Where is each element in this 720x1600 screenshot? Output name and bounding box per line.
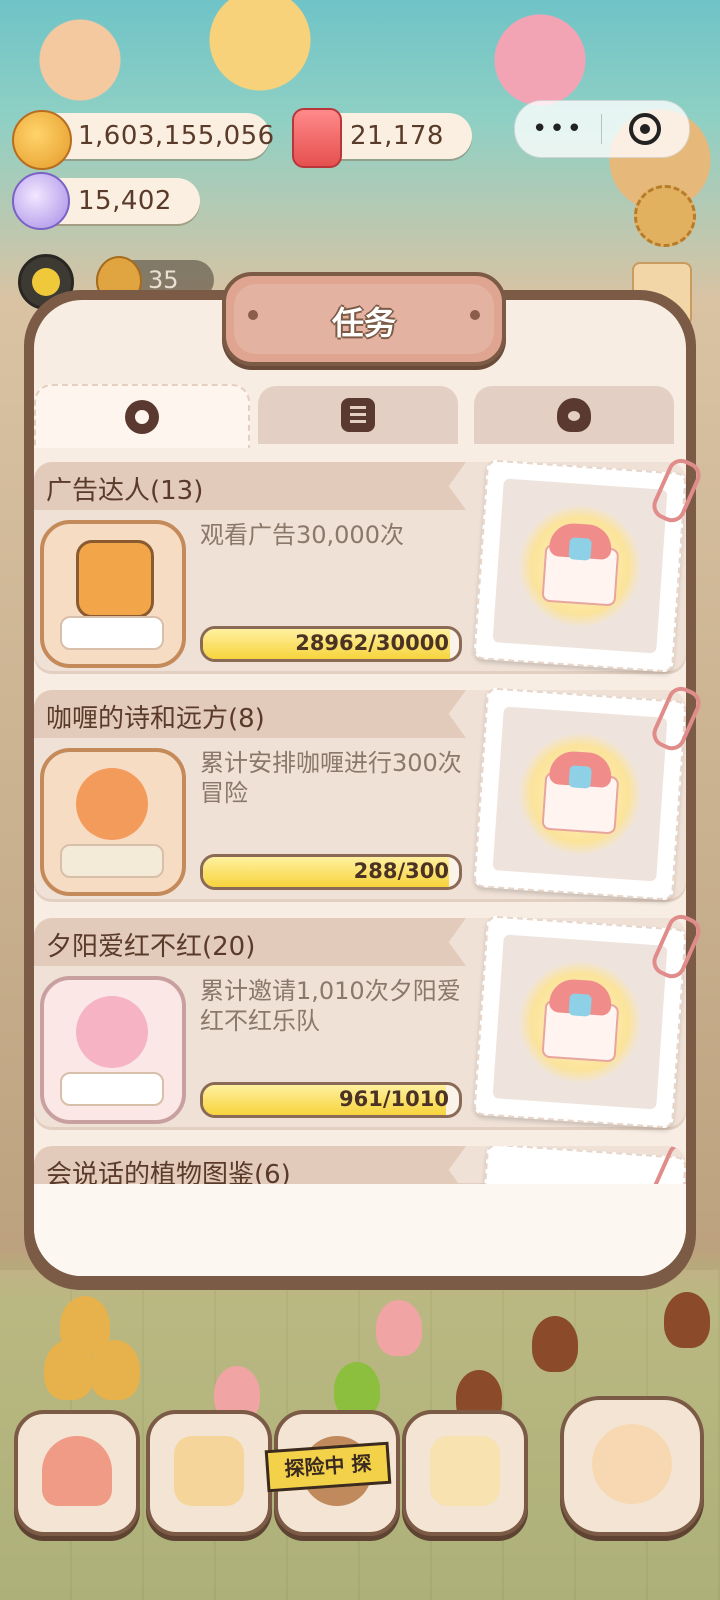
explore-status-tag: 探险中 探 [264,1441,392,1493]
task-desc: 累计安排咖喱进行300次冒险 [200,749,462,807]
task-badge [40,976,186,1124]
list-fade [34,1184,686,1202]
panel-title-plate: 任务 [222,272,506,366]
task-name: 会说话的植物图鉴(6) [46,1160,291,1186]
badge-plate [60,844,164,878]
note-icon [341,398,375,432]
task-card: 夕阳爱红不红(20) 累计邀请1,010次夕阳爱红不红乐队 961/1010 [34,910,706,1130]
reward-inner [492,478,668,654]
task-desc: 观看广告30,000次 [200,521,404,549]
tv-icon [76,540,154,618]
tab-bottle[interactable] [474,386,674,444]
close-target-icon[interactable] [602,113,688,145]
gear-icon[interactable] [634,185,696,247]
task-card: 咖喱的诗和远方(8) 累计安排咖喱进行300次冒险 288/300 [34,682,706,902]
shop-button[interactable] [402,1410,528,1536]
reward-card[interactable] [473,1146,686,1186]
reward-inner [492,934,668,1110]
gem-amount: 15,402 [78,186,172,216]
task-name: 广告达人(13) [46,476,204,506]
gift-box-icon [541,749,620,835]
panel-title: 任务 [331,304,396,342]
task-name: 夕阳爱红不红(20) [46,932,256,962]
task-progress-bar: 961/1010 [200,1082,462,1118]
progress-text: 28962/30000 [295,631,449,655]
cookie-character [90,1340,140,1400]
miniprogram-capsule: ••• [514,100,690,158]
task-progress-bar: 28962/30000 [200,626,462,662]
paperclip-icon [647,1146,686,1186]
badge-plate [60,616,164,650]
candle-icon [292,108,342,168]
candle-amount: 21,178 [350,121,444,151]
gift-box-icon [541,521,620,607]
progress-text: 288/300 [353,859,449,883]
badge-plate [60,1072,164,1106]
candy-gem-icon [12,172,70,230]
task-card: 会说话的植物图鉴(6) [34,1146,686,1186]
shop-icon [430,1436,500,1506]
coin-amount: 1,603,155,056 [78,121,275,151]
panel-footer [34,1190,686,1276]
notebook-button[interactable] [146,1410,272,1536]
cookie-character [376,1300,422,1356]
mushroom-house-button[interactable] [14,1410,140,1536]
mushroom-house-icon [42,1436,112,1506]
task-progress-bar: 288/300 [200,854,462,890]
reward-inner [492,706,668,882]
reward-card[interactable] [473,682,706,901]
pet-clock-icon [592,1424,672,1504]
reward-card[interactable] [473,454,706,673]
notebook-icon [174,1436,244,1506]
cookie-coin-icon [12,110,72,170]
task-badge [40,520,186,668]
task-badge [40,748,186,896]
curry-cookie-icon [76,768,148,840]
tab-achievements[interactable] [34,384,250,448]
more-icon[interactable]: ••• [515,114,601,144]
task-card: 广告达人(13) 观看广告30,000次 28962/30000 [34,454,706,674]
bottle-icon [557,398,591,432]
gift-box-icon [541,977,620,1063]
reward-card[interactable] [473,910,706,1129]
cookie-character [664,1292,710,1348]
badge-icon [125,400,159,434]
tab-notes[interactable] [258,386,458,444]
task-name: 咖喱的诗和远方(8) [46,704,265,734]
cookie-character [532,1316,578,1372]
cookie-character [44,1340,94,1400]
sunset-band-icon [76,996,148,1068]
progress-text: 961/1010 [339,1087,449,1111]
task-desc: 累计邀请1,010次夕阳爱红不红乐队 [200,977,461,1035]
pet-clock-button[interactable] [560,1396,704,1536]
